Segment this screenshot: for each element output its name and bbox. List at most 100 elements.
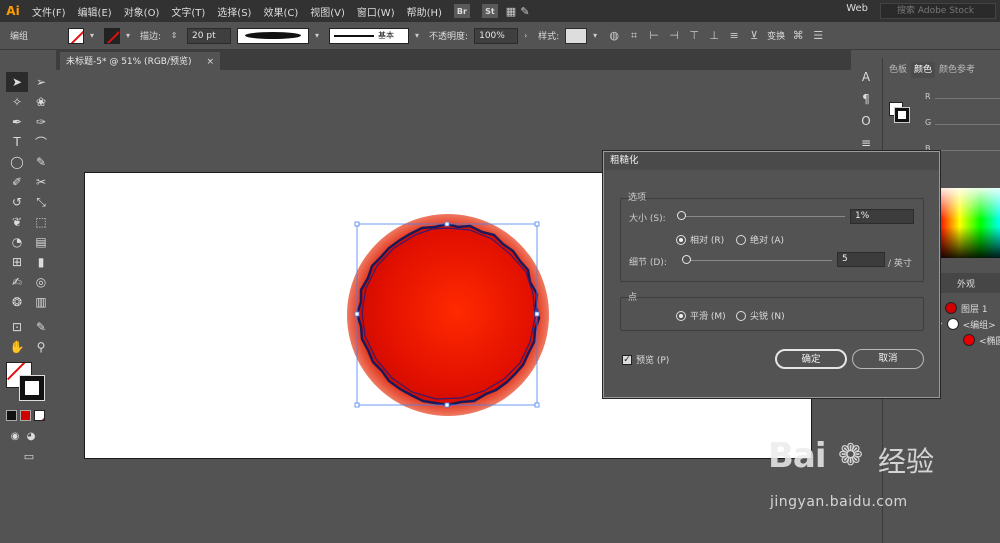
free-transform-tool-icon[interactable]: ⬚	[30, 212, 52, 232]
color-button-icon[interactable]	[6, 410, 17, 421]
color-spectrum[interactable]	[939, 188, 1000, 258]
align-right-icon[interactable]: ⊤	[687, 29, 701, 43]
arrange-documents-icon[interactable]: ▦	[504, 4, 518, 18]
menu-effect[interactable]: 效果(C)	[257, 4, 304, 19]
layer-row[interactable]: <椭圆>	[963, 333, 1000, 347]
opacity-field[interactable]: 100%	[474, 27, 519, 44]
relative-radio[interactable]: 相对 (R)	[676, 233, 724, 246]
detail-slider-track[interactable]	[686, 260, 832, 261]
chevron-down-icon[interactable]: ▾	[90, 31, 98, 40]
artwork[interactable]	[340, 208, 560, 418]
menu-help[interactable]: 帮助(H)	[401, 4, 448, 19]
layer-row[interactable]: 图层 1	[945, 301, 988, 315]
chevron-down-icon[interactable]: ▾	[415, 31, 423, 40]
warp-tool-icon[interactable]: ❦	[6, 212, 28, 232]
perspective-grid-tool-icon[interactable]: ▤	[30, 232, 52, 252]
menu-file[interactable]: 文件(F)	[26, 4, 72, 19]
bbox-handle-br[interactable]	[534, 402, 540, 408]
absolute-radio[interactable]: 绝对 (A)	[736, 233, 784, 246]
menu-window[interactable]: 窗口(W)	[351, 4, 401, 19]
stock-button[interactable]: St	[481, 4, 498, 18]
mesh-tool-icon[interactable]: ⊞	[6, 252, 28, 272]
menu-edit[interactable]: 编辑(E)	[72, 4, 118, 19]
slider-g-track[interactable]	[935, 124, 1000, 125]
arc-tool-icon[interactable]: ⌒	[30, 132, 52, 152]
corner-radio[interactable]: 尖锐 (N)	[736, 309, 785, 322]
size-value-field[interactable]: 1%	[850, 209, 914, 224]
shaper-tool-icon[interactable]: ✐	[6, 172, 28, 192]
rotate-tool-icon[interactable]: ↺	[6, 192, 28, 212]
panel-stroke-swatch[interactable]	[894, 107, 910, 123]
panel-menu-icon[interactable]: ☰	[811, 29, 825, 43]
bbox-handle-tl[interactable]	[354, 221, 360, 227]
curvature-tool-icon[interactable]: ✑	[30, 112, 52, 132]
gradient-tool-icon[interactable]: ▮	[30, 252, 52, 272]
none-button-icon[interactable]	[34, 410, 45, 421]
bridge-button[interactable]: Br	[453, 4, 470, 18]
size-slider-knob[interactable]	[677, 211, 686, 220]
opacity-label[interactable]: 不透明度:	[429, 29, 468, 42]
tab-appearance[interactable]: 外观	[957, 277, 975, 290]
chevron-right-icon[interactable]: ›	[524, 31, 532, 40]
stroke-weight-field[interactable]: 20 pt	[187, 27, 232, 44]
menu-select[interactable]: 选择(S)	[211, 4, 257, 19]
chevron-down-icon[interactable]: ▾	[315, 31, 323, 40]
tab-swatches[interactable]: 色板	[889, 62, 907, 78]
stock-search-input[interactable]: 搜索 Adobe Stock	[880, 3, 996, 19]
bbox-handle-tc[interactable]	[444, 221, 450, 227]
brush-definition[interactable]: 基本	[329, 27, 410, 44]
direct-selection-tool-icon[interactable]: ➢	[30, 72, 52, 92]
align-to-icon[interactable]: ⌗	[627, 29, 641, 43]
slider-b-track[interactable]	[935, 150, 1000, 151]
hand-tool-icon[interactable]: ✋	[6, 337, 28, 357]
workspace-switcher[interactable]: Web	[846, 3, 868, 14]
change-screen-mode-icon[interactable]: ▭	[18, 446, 40, 466]
align-bottom-icon[interactable]: ⊻	[747, 29, 761, 43]
preview-checkbox[interactable]: ✓ 预览 (P)	[622, 353, 669, 366]
recolor-artwork-icon[interactable]: ◍	[607, 29, 621, 43]
smooth-radio[interactable]: 平滑 (M)	[676, 309, 726, 322]
bbox-handle-bl[interactable]	[354, 402, 360, 408]
tab-color-guide[interactable]: 颜色参考	[939, 62, 975, 78]
variable-width-profile[interactable]	[237, 27, 310, 44]
layer-row[interactable]: › <编组>	[939, 317, 996, 331]
draw-behind-icon[interactable]: ◕	[20, 426, 42, 446]
type-tool-icon[interactable]: T	[6, 132, 28, 152]
fill-stroke-indicator[interactable]	[6, 362, 46, 401]
detail-value-field[interactable]: 5	[837, 252, 885, 267]
menu-view[interactable]: 视图(V)	[304, 4, 351, 19]
chevron-down-icon[interactable]: ▾	[126, 31, 134, 40]
gradient-button-icon[interactable]	[20, 410, 31, 421]
tab-color[interactable]: 颜色	[911, 62, 936, 78]
size-slider-track[interactable]	[682, 216, 845, 217]
stroke-label[interactable]: 描边:	[140, 29, 161, 42]
eyedropper-tool-icon[interactable]: ✍	[6, 272, 28, 292]
artboard-tool-icon[interactable]: ⊡	[6, 317, 28, 337]
symbol-sprayer-tool-icon[interactable]: ❂	[6, 292, 28, 312]
column-graph-tool-icon[interactable]: ▥	[30, 292, 52, 312]
slice-tool-icon[interactable]: ✎	[30, 317, 52, 337]
bbox-handle-bc[interactable]	[444, 402, 450, 408]
paragraph-panel-icon[interactable]: ¶	[858, 92, 874, 110]
fill-swatch[interactable]	[68, 27, 84, 44]
magic-wand-tool-icon[interactable]: ✧	[6, 92, 28, 112]
document-tab[interactable]: 未标题-5* @ 51% (RGB/预览) ×	[60, 52, 220, 70]
paintbrush-tool-icon[interactable]: ✎	[30, 152, 52, 172]
opentype-panel-icon[interactable]: O	[858, 114, 874, 132]
menu-object[interactable]: 对象(O)	[118, 4, 166, 19]
bbox-handle-ml[interactable]	[354, 311, 360, 317]
pen-tool-icon[interactable]: ✒	[6, 112, 28, 132]
isolate-icon[interactable]: ⌘	[791, 29, 805, 43]
ok-button[interactable]: 确定	[775, 349, 847, 369]
cancel-button[interactable]: 取消	[852, 349, 924, 369]
transform-button[interactable]: 变换	[767, 29, 785, 42]
bbox-handle-tr[interactable]	[534, 221, 540, 227]
shape-builder-tool-icon[interactable]: ◔	[6, 232, 28, 252]
lasso-tool-icon[interactable]: ❀	[30, 92, 52, 112]
close-icon[interactable]: ×	[206, 54, 214, 70]
character-panel-icon[interactable]: A	[858, 70, 874, 88]
graphic-style-swatch[interactable]	[565, 27, 588, 44]
scale-tool-icon[interactable]: ⤡	[30, 192, 52, 212]
gpu-performance-icon[interactable]: ✎	[518, 4, 532, 18]
zoom-tool-icon[interactable]: ⚲	[30, 337, 52, 357]
